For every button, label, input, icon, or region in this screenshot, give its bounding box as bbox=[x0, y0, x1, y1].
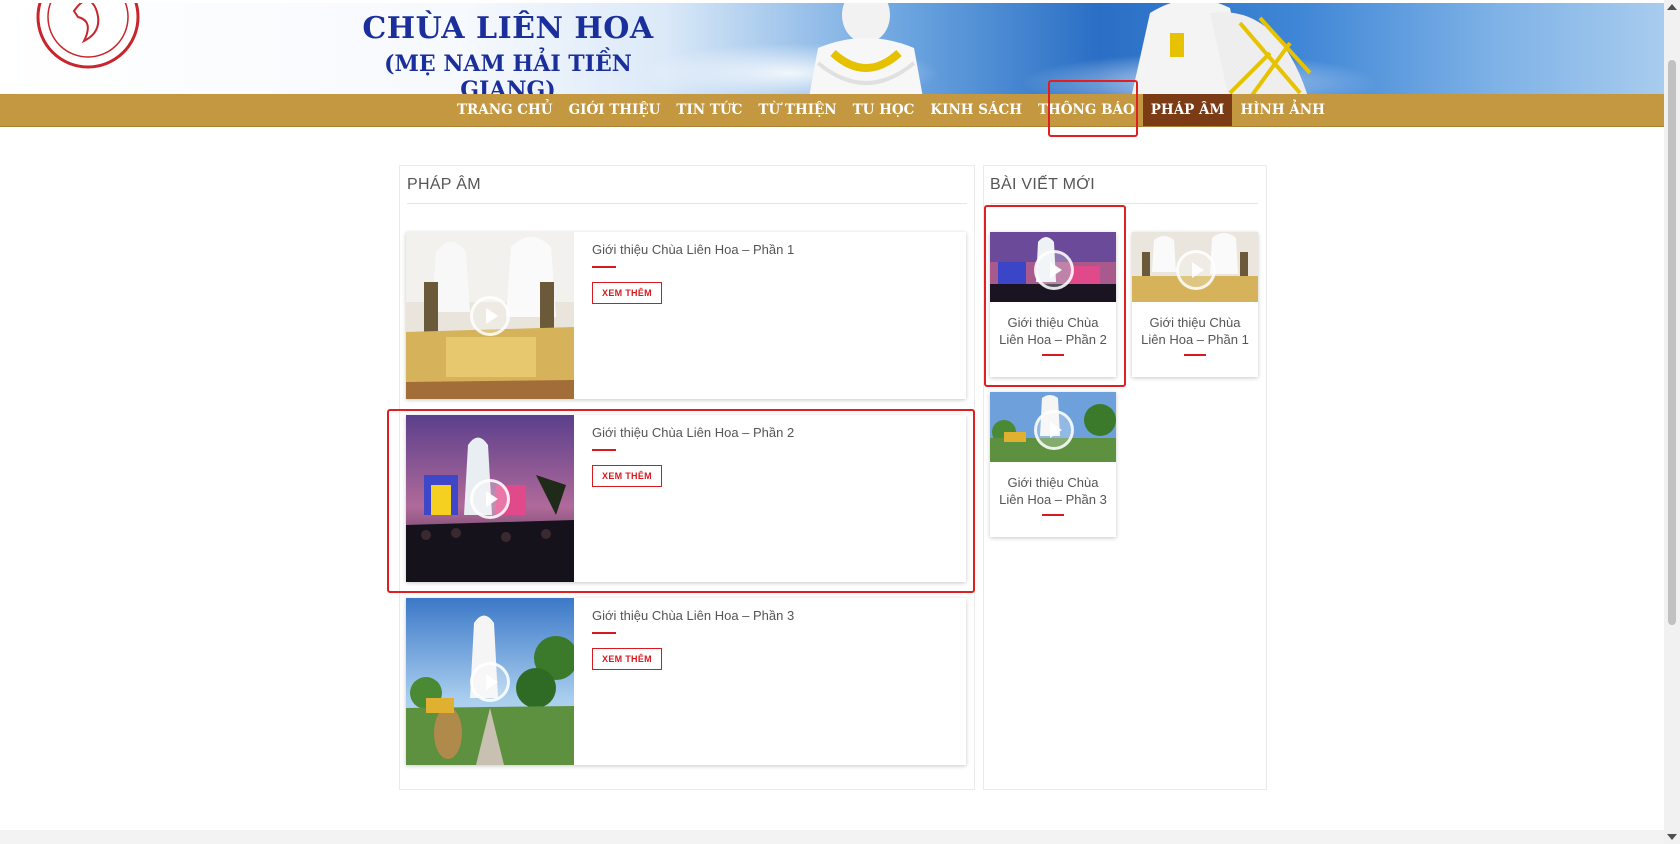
nav-item-tu-thien[interactable]: TỪ THIỆN bbox=[750, 94, 844, 126]
guanyin-statue-image bbox=[1132, 3, 1312, 94]
header-banner: CHÙA LIÊN HOA (MẸ NAM HẢI TIỀN GIANG) bbox=[0, 3, 1664, 94]
recent-post-thumbnail[interactable] bbox=[990, 392, 1116, 462]
nav-item-phap-am[interactable]: PHÁP ÂM bbox=[1142, 94, 1233, 126]
post-card[interactable]: Giới thiệu Chùa Liên Hoa – Phần 2 XEM TH… bbox=[406, 415, 966, 582]
sidebar-title: BÀI VIẾT MỚI bbox=[990, 176, 1096, 193]
title-underline bbox=[1042, 514, 1064, 516]
recent-post-card[interactable]: Giới thiệu Chùa Liên Hoa – Phần 3 bbox=[990, 392, 1116, 537]
recent-post-card[interactable]: Giới thiệu Chùa Liên Hoa – Phần 1 bbox=[1132, 232, 1258, 377]
recent-post-thumbnail[interactable] bbox=[1132, 232, 1258, 302]
divider bbox=[407, 203, 967, 204]
title-underline bbox=[1042, 354, 1064, 356]
vertical-scrollbar[interactable] bbox=[1664, 0, 1680, 844]
post-title[interactable]: Giới thiệu Chùa Liên Hoa – Phần 1 bbox=[592, 242, 794, 257]
buddha-statue-image bbox=[809, 3, 923, 94]
scroll-up-arrow-icon[interactable] bbox=[1667, 4, 1677, 10]
footer-strip bbox=[0, 830, 1664, 844]
post-card[interactable]: Giới thiệu Chùa Liên Hoa – Phần 3 XEM TH… bbox=[406, 598, 966, 765]
title-underline bbox=[1184, 354, 1206, 356]
scroll-down-arrow-icon[interactable] bbox=[1667, 834, 1677, 840]
nav-item-thong-bao[interactable]: THÔNG BÁO bbox=[1030, 94, 1143, 126]
nav-item-trang-chu[interactable]: TRANG CHỦ bbox=[449, 94, 561, 126]
play-icon[interactable] bbox=[470, 479, 510, 519]
play-icon[interactable] bbox=[470, 662, 510, 702]
scrollbar-thumb[interactable] bbox=[1668, 60, 1676, 625]
site-title[interactable]: CHÙA LIÊN HOA bbox=[338, 11, 678, 46]
play-icon[interactable] bbox=[1176, 250, 1216, 290]
temple-logo-icon[interactable] bbox=[34, 3, 142, 71]
recent-post-title[interactable]: Giới thiệu Chùa Liên Hoa – Phần 1 bbox=[1136, 314, 1254, 348]
nav-item-tu-hoc[interactable]: TU HỌC bbox=[845, 94, 923, 126]
post-thumbnail[interactable] bbox=[406, 598, 574, 765]
page-title: PHÁP ÂM bbox=[407, 176, 481, 193]
post-thumbnail[interactable] bbox=[406, 415, 574, 582]
nav-item-hinh-anh[interactable]: HÌNH ẢNH bbox=[1232, 94, 1332, 126]
divider bbox=[990, 203, 1258, 204]
recent-post-title[interactable]: Giới thiệu Chùa Liên Hoa – Phần 3 bbox=[994, 474, 1112, 508]
main-navigation: TRANG CHỦ GIỚI THIỆU TIN TỨC TỪ THIỆN TU… bbox=[0, 94, 1664, 127]
recent-post-card[interactable]: Giới thiệu Chùa Liên Hoa – Phần 2 bbox=[990, 232, 1116, 377]
read-more-button[interactable]: XEM THÊM bbox=[592, 465, 662, 487]
play-icon[interactable] bbox=[1034, 410, 1074, 450]
title-underline bbox=[592, 449, 616, 451]
play-icon[interactable] bbox=[1034, 250, 1074, 290]
read-more-button[interactable]: XEM THÊM bbox=[592, 648, 662, 670]
recent-post-thumbnail[interactable] bbox=[990, 232, 1116, 302]
read-more-button[interactable]: XEM THÊM bbox=[592, 282, 662, 304]
title-underline bbox=[592, 632, 616, 634]
post-title[interactable]: Giới thiệu Chùa Liên Hoa – Phần 2 bbox=[592, 425, 794, 440]
nav-item-tin-tuc[interactable]: TIN TỨC bbox=[668, 94, 750, 126]
post-title[interactable]: Giới thiệu Chùa Liên Hoa – Phần 3 bbox=[592, 608, 794, 623]
nav-item-gioi-thieu[interactable]: GIỚI THIỆU bbox=[561, 94, 669, 126]
title-underline bbox=[592, 266, 616, 268]
play-icon[interactable] bbox=[470, 296, 510, 336]
recent-post-title[interactable]: Giới thiệu Chùa Liên Hoa – Phần 2 bbox=[994, 314, 1112, 348]
site-subtitle: (MẸ NAM HẢI TIỀN GIANG) bbox=[384, 51, 632, 94]
post-thumbnail[interactable] bbox=[406, 232, 574, 399]
post-card[interactable]: Giới thiệu Chùa Liên Hoa – Phần 1 XEM TH… bbox=[406, 232, 966, 399]
nav-item-kinh-sach[interactable]: KINH SÁCH bbox=[922, 94, 1030, 126]
